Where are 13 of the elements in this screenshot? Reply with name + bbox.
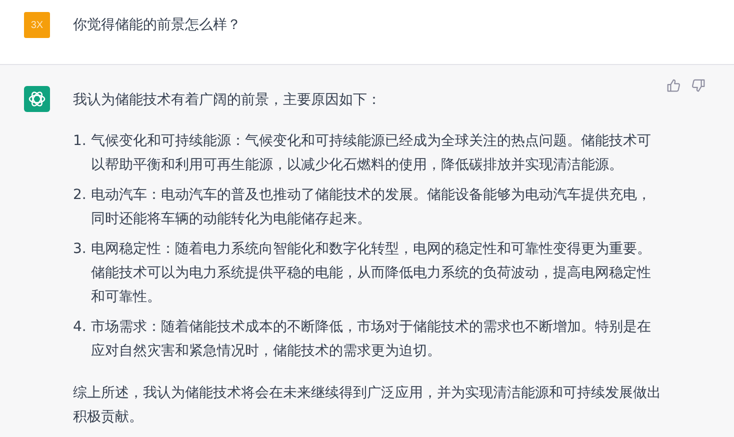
list-item-text: 市场需求：随着储能技术成本的不断降低，市场对于储能技术的需求也不断增加。特别是在应对自然灾害和紧急情况时，储能技术的需求更为迫切。 (91, 318, 652, 361)
assistant-intro: 我认为储能技术有着广阔的前景，主要原因如下： (73, 91, 382, 110)
list-item-text: 电动汽车：电动汽车的普及也推动了储能技术的发展。储能设备能够为电动汽车提供充电，同时还能将车辆的动能转化为电能储存起来。 (91, 186, 652, 229)
assistant-logo-icon (24, 86, 50, 112)
user-avatar: 3X (24, 12, 50, 38)
list-number: 4. (73, 318, 88, 337)
user-message: 你觉得储能的前景怎么样？ (73, 16, 241, 35)
list-number: 1. (73, 132, 88, 151)
list-number: 2. (73, 186, 88, 205)
list-number: 3. (73, 240, 88, 259)
list-item-text: 气候变化和可持续能源：气候变化和可持续能源已经成为全球关注的热点问题。储能技术可以帮助平衡和利用可再生能源，以减少化石燃料的使用，降低碳排放并实现清洁能源。 (91, 132, 652, 175)
list-item-text: 电网稳定性：随着电力系统向智能化和数字化转型，电网的稳定性和可靠性变得更为重要。储能技术可以为电力系统提供平稳的电能，从而降低电力系统的负荷波动，提高电网稳定性和可靠性。 (91, 240, 652, 307)
assistant-conclusion: 综上所述，我认为储能技术将会在未来继续得到广泛应用，并为实现清洁能源和可持续发展做出积极贡献。 (73, 384, 662, 427)
